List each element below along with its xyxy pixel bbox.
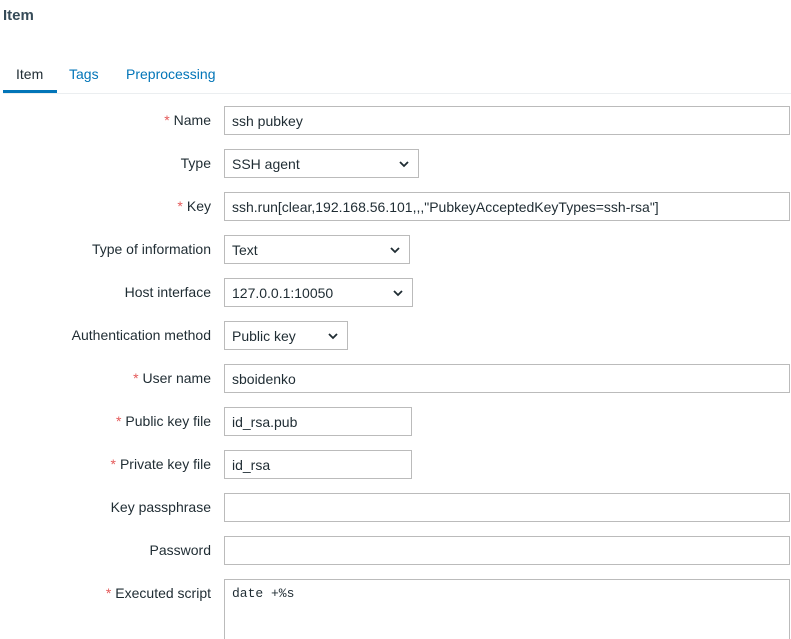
private-key-file-row: * Private key file id_rsa [0,450,791,479]
key-passphrase-row: Key passphrase [0,493,791,522]
executed-script-row: * Executed script date +%s [0,579,791,639]
user-name-input[interactable]: sboidenko [224,364,790,393]
auth-method-select[interactable]: Public key [224,321,348,350]
name-label: * Name [164,112,211,128]
public-key-file-label: * Public key file [115,413,211,429]
key-label: * Key [177,198,211,214]
auth-method-row: Authentication method Public key [0,321,791,350]
key-input[interactable]: ssh.run[clear,192.168.56.101,,,"PubkeyAc… [224,192,790,221]
auth-method-label: Authentication method [71,327,211,343]
user-name-label: * User name [133,370,211,386]
key-passphrase-input[interactable] [224,493,790,522]
required-marker: * [115,413,122,429]
executed-script-textarea[interactable]: date +%s [224,579,790,639]
public-key-file-input[interactable]: id_rsa.pub [224,407,412,436]
public-key-file-row: * Public key file id_rsa.pub [0,407,791,436]
private-key-file-label: * Private key file [110,456,212,472]
page-title: Item [3,7,34,24]
key-passphrase-label: Key passphrase [110,499,211,515]
password-input[interactable] [224,536,790,565]
tab-bar: Item Tags Preprocessing [3,60,791,94]
host-interface-label: Host interface [124,284,211,300]
chevron-down-icon [393,290,403,297]
type-of-information-select[interactable]: Text [224,235,410,264]
name-row: * Name ssh pubkey [0,106,791,135]
type-of-information-value: Text [232,242,258,258]
auth-method-value: Public key [232,328,296,344]
tab-preprocessing[interactable]: Preprocessing [126,66,216,82]
host-interface-value: 127.0.0.1:10050 [232,285,334,301]
active-tab-indicator [3,90,57,93]
name-input[interactable]: ssh pubkey [224,106,790,135]
type-of-information-row: Type of information Text [0,235,791,264]
password-row: Password [0,536,791,565]
required-marker: * [133,370,139,386]
password-label: Password [149,542,211,558]
executed-script-label: * Executed script [105,585,211,601]
required-marker: * [105,585,112,601]
required-marker: * [177,198,183,214]
type-select-value: SSH agent [232,156,300,172]
type-row: Type SSH agent [0,149,791,178]
chevron-down-icon [328,333,338,340]
type-label: Type [180,155,211,171]
key-row: * Key ssh.run[clear,192.168.56.101,,,"Pub… [0,192,791,221]
tab-item[interactable]: Item [16,66,43,82]
tab-tags[interactable]: Tags [69,66,99,82]
chevron-down-icon [399,161,409,168]
type-select[interactable]: SSH agent [224,149,419,178]
host-interface-select[interactable]: 127.0.0.1:10050 [224,278,413,307]
private-key-file-input[interactable]: id_rsa [224,450,412,479]
required-marker: * [110,456,116,472]
user-name-row: * User name sboidenko [0,364,791,393]
host-interface-row: Host interface 127.0.0.1:10050 [0,278,791,307]
type-of-information-label: Type of information [91,241,211,257]
chevron-down-icon [390,247,400,254]
required-marker: * [164,112,170,128]
